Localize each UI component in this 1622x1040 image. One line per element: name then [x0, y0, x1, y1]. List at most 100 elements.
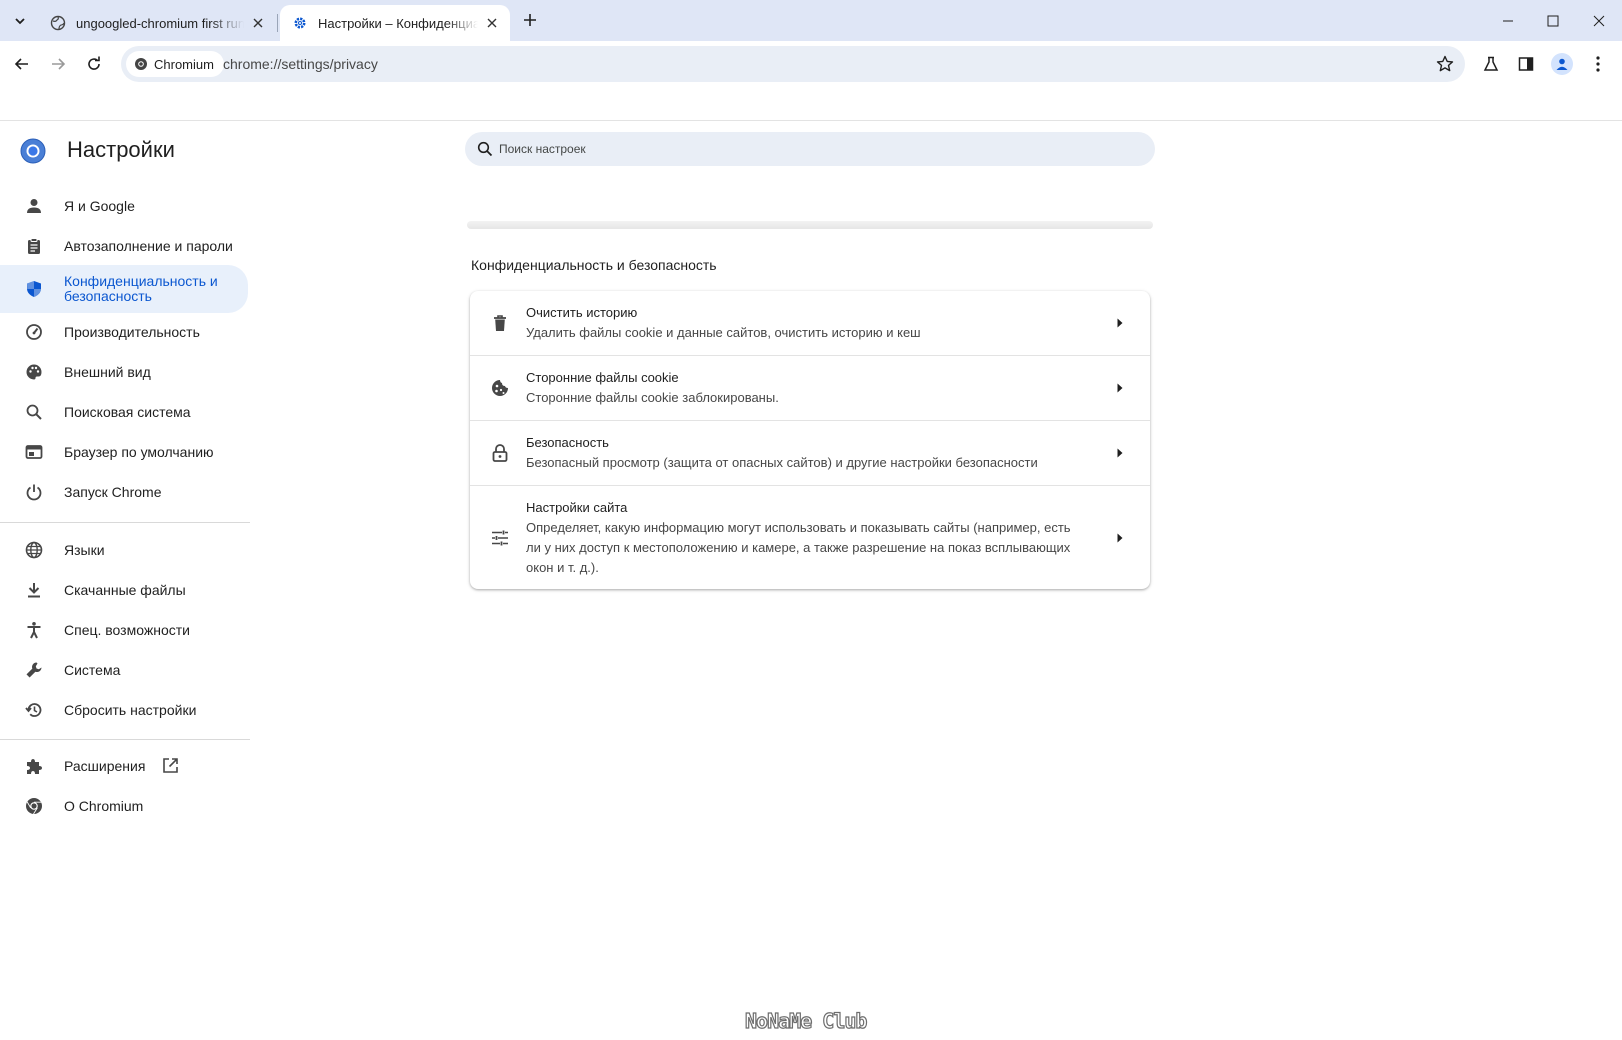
sidebar-item-privacy[interactable]: Конфиденциальность и безопасность [0, 265, 248, 313]
row-subtitle: Сторонние файлы cookie заблокированы. [526, 390, 779, 405]
search-icon [24, 402, 44, 422]
menu-button[interactable] [1584, 50, 1612, 78]
close-icon[interactable] [482, 13, 502, 33]
side-panel-button[interactable] [1512, 50, 1540, 78]
arrow-right-icon [1114, 382, 1126, 394]
sidebar-item-label: Система [64, 661, 121, 678]
list-item-third-party-cookies[interactable]: Сторонние файлы cookie Сторонние файлы c… [470, 355, 1150, 420]
arrow-right-icon [1114, 532, 1126, 544]
gear-icon [292, 15, 308, 31]
address-bar[interactable]: Chromium chrome://settings/privacy [121, 46, 1465, 82]
history-icon [24, 700, 44, 720]
wrench-icon [24, 660, 44, 680]
profile-button[interactable] [1548, 50, 1576, 78]
sidebar-item-label: Запуск Chrome [64, 483, 162, 500]
avatar [1551, 53, 1573, 75]
new-tab-button[interactable] [518, 8, 542, 32]
row-title: Безопасность [526, 435, 609, 450]
sidebar-divider [0, 739, 250, 740]
chevron-down-icon [15, 18, 25, 25]
settings-logo-icon [20, 138, 46, 164]
sidebar-item-extensions[interactable]: Расширения [0, 746, 248, 786]
minimize-icon [1503, 20, 1513, 21]
close-icon[interactable] [248, 13, 268, 33]
settings-search[interactable]: Поиск настроек [465, 132, 1155, 166]
row-subtitle: Определяет, какую информацию могут испол… [526, 520, 1071, 575]
puzzle-icon [24, 756, 44, 776]
tune-icon [490, 528, 510, 548]
sidebar-item-languages[interactable]: Языки [0, 530, 248, 570]
search-icon [477, 141, 493, 157]
sidebar-item-label: Автозаполнение и пароли [64, 237, 233, 254]
row-title: Очистить историю [526, 305, 638, 320]
plus-icon [524, 14, 536, 26]
sidebar-item-accessibility[interactable]: Спец. возможности [0, 610, 248, 650]
back-button[interactable] [8, 50, 36, 78]
list-item-site-settings[interactable]: Настройки сайта Определяет, какую информ… [470, 485, 1150, 590]
reload-icon [88, 56, 100, 70]
privacy-card: Очистить историю Удалить файлы cookie и … [470, 291, 1150, 589]
tab-separator [277, 14, 278, 32]
arrow-right-icon [1114, 317, 1126, 329]
site-chip[interactable]: Chromium [126, 51, 224, 77]
sidebar-item-label: Скачанные файлы [64, 581, 186, 598]
sidebar-item-about[interactable]: О Chromium [0, 786, 248, 826]
tab-settings[interactable]: Настройки – Конфиденциальность и безопас… [280, 5, 510, 41]
bookmark-star-button[interactable] [1433, 52, 1457, 76]
tab-strip: ungoogled-chromium first run Настройки –… [0, 0, 1622, 41]
url-text[interactable]: chrome://settings/privacy [223, 56, 378, 72]
sidebar-item-label: Сбросить настройки [64, 701, 197, 718]
sidebar-item-appearance[interactable]: Внешний вид [0, 352, 248, 392]
window-close-button[interactable] [1576, 0, 1622, 41]
arrow-left-icon [14, 58, 28, 70]
sidebar-item-search-engine[interactable]: Поисковая система [0, 392, 248, 432]
sidebar-item-label: Расширения [64, 757, 146, 774]
power-icon [24, 482, 44, 502]
close-icon [1593, 15, 1605, 26]
sidebar-item-default-browser[interactable]: Браузер по умолчанию [0, 432, 248, 472]
reload-button[interactable] [80, 50, 108, 78]
sidebar-item-label: Браузер по умолчанию [64, 443, 214, 460]
section-title: Конфиденциальность и безопасность [471, 257, 717, 273]
sidebar-item-label: Я и Google [64, 197, 135, 214]
arrow-right-icon [52, 58, 66, 70]
toolbar: Chromium chrome://settings/privacy [0, 41, 1622, 87]
person-icon [1556, 58, 1568, 70]
sidebar-item-you-and-google[interactable]: Я и Google [0, 186, 248, 226]
row-title: Настройки сайта [526, 500, 628, 515]
row-subtitle: Безопасный просмотр (защита от опасных с… [526, 455, 1038, 470]
sidebar-item-performance[interactable]: Производительность [0, 312, 248, 352]
trash-icon [490, 313, 510, 333]
row-subtitle: Удалить файлы cookie и данные сайтов, оч… [526, 325, 921, 340]
tab-first-run[interactable]: ungoogled-chromium first run [38, 5, 276, 41]
list-item-security[interactable]: Безопасность Безопасный просмотр (защита… [470, 420, 1150, 485]
sidebar-item-downloads[interactable]: Скачанные файлы [0, 570, 248, 610]
cookie-icon [490, 378, 510, 398]
forward-button[interactable] [44, 50, 72, 78]
site-chip-label: Chromium [154, 56, 214, 72]
shield-icon [24, 279, 44, 299]
page-title: Настройки [67, 137, 175, 162]
labs-button[interactable] [1477, 50, 1505, 78]
search-input[interactable]: Поиск настроек [499, 142, 586, 156]
chromium-icon [135, 58, 147, 70]
sidebar-item-reset[interactable]: Сбросить настройки [0, 690, 248, 730]
sidebar-item-label: Внешний вид [64, 363, 151, 380]
chromium-icon [24, 796, 44, 816]
minimize-button[interactable] [1485, 0, 1531, 41]
accessibility-icon [24, 620, 44, 640]
sidebar-item-on-startup[interactable]: Запуск Chrome [0, 472, 248, 512]
tab-title: ungoogled-chromium first run [76, 15, 244, 31]
tab-search-button[interactable] [8, 9, 32, 33]
section-placeholder-bar [467, 221, 1153, 229]
list-item-clear-history[interactable]: Очистить историю Удалить файлы cookie и … [470, 291, 1150, 355]
maximize-button[interactable] [1530, 0, 1576, 41]
sidebar-item-autofill[interactable]: Автозаполнение и пароли [0, 226, 248, 266]
sidebar-item-label: О Chromium [64, 797, 144, 814]
sidebar-item-system[interactable]: Система [0, 650, 248, 690]
sidebar-item-label: Конфиденциальность и безопасность [64, 273, 218, 304]
clipboard-icon [24, 236, 44, 256]
browser-window-icon [24, 442, 44, 462]
side-panel-icon [1518, 57, 1534, 71]
tab-title: Настройки – Конфиденциальность и безопас… [318, 15, 478, 31]
